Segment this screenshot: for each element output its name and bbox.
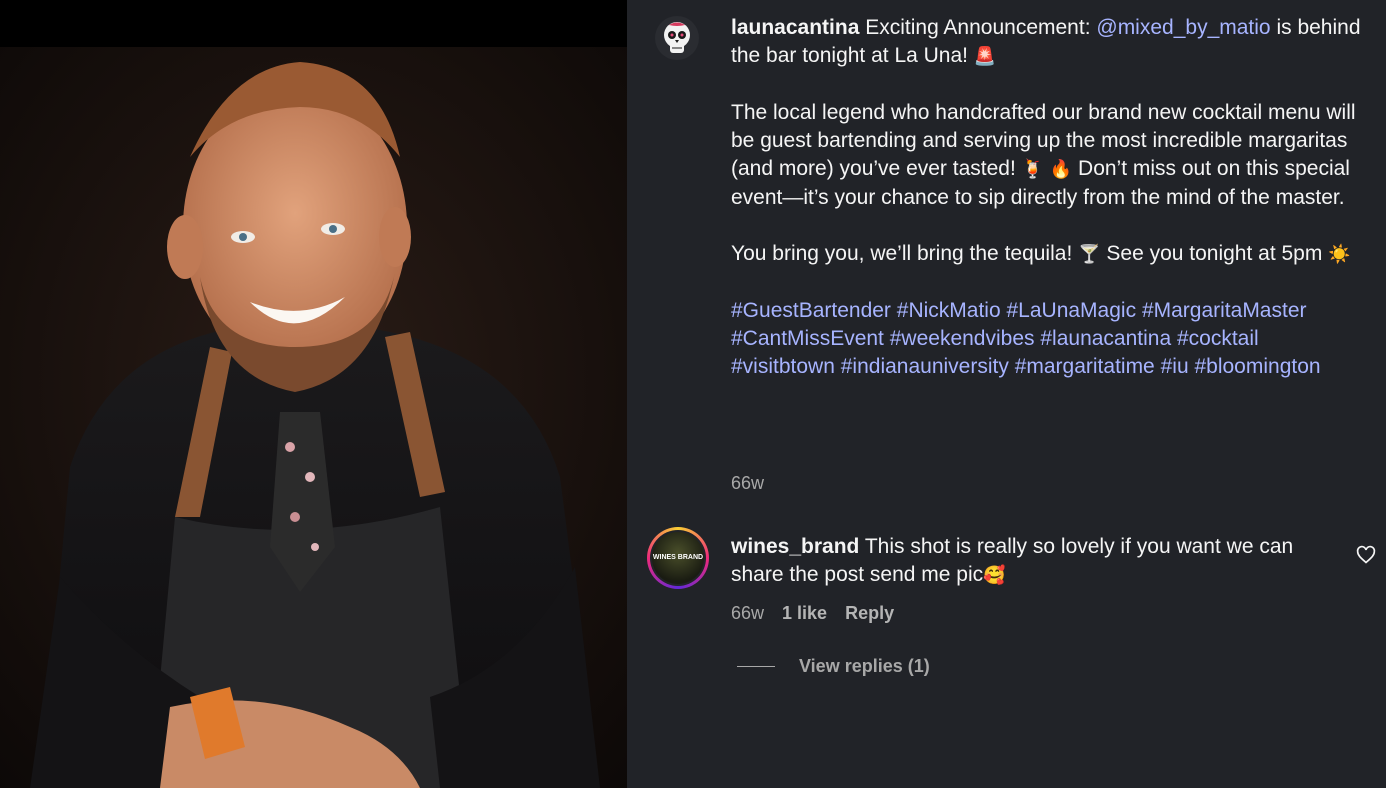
comment-timestamp[interactable]: 66w: [731, 603, 764, 624]
comments-panel: launacantina Exciting Announcement: @mix…: [627, 0, 1386, 788]
commenter-username[interactable]: wines_brand: [731, 535, 859, 558]
mention-link[interactable]: @mixed_by_matio: [1096, 16, 1270, 39]
heart-icon[interactable]: [1356, 545, 1376, 565]
hashtag-link[interactable]: #indianauniversity: [841, 355, 1009, 378]
caption-paragraph-3a: You bring you, we’ll bring the tequila!: [731, 242, 1079, 265]
post-author-username[interactable]: launacantina: [731, 16, 859, 39]
siren-emoji: 🚨: [973, 46, 997, 67]
view-replies-button[interactable]: View replies (1): [737, 656, 930, 677]
sugar-skull-icon: [664, 22, 690, 53]
cocktail-emoji: 🍸: [1078, 244, 1101, 265]
photo-top-band: [0, 0, 627, 47]
hashtag-link[interactable]: #weekendvibes: [890, 327, 1035, 350]
caption-paragraph-3b: See you tonight at 5pm: [1100, 242, 1329, 265]
hashtag-link[interactable]: #iu: [1161, 355, 1189, 378]
comment-likes[interactable]: 1 like: [782, 603, 827, 624]
drink-fire-emoji: 🍹 🔥: [1021, 159, 1073, 180]
hashtag-link[interactable]: #LaUnaMagic: [1007, 299, 1137, 322]
sun-emoji: ☀️: [1328, 244, 1351, 265]
author-avatar[interactable]: [655, 16, 699, 60]
post-timestamp[interactable]: 66w: [731, 473, 764, 494]
comment-meta: 66w 1 like Reply: [731, 603, 894, 624]
wines-brand-logo: WINES BRAND: [652, 532, 704, 584]
hashtag-list: #GuestBartender #NickMatio #LaUnaMagic #…: [731, 297, 1363, 381]
hashtag-link[interactable]: #launacantina: [1040, 327, 1171, 350]
hashtag-link[interactable]: #cocktail: [1177, 327, 1259, 350]
hashtag-link[interactable]: #visitbtown: [731, 355, 835, 378]
post-caption: launacantina Exciting Announcement: @mix…: [731, 14, 1363, 381]
view-replies-label: View replies (1): [799, 656, 930, 676]
hashtag-link[interactable]: #margaritatime: [1015, 355, 1155, 378]
hashtag-link[interactable]: #MargaritaMaster: [1142, 299, 1307, 322]
hashtag-link[interactable]: #bloomington: [1194, 355, 1320, 378]
hashtag-link[interactable]: #CantMissEvent: [731, 327, 884, 350]
caption-intro: Exciting Announcement:: [865, 16, 1097, 39]
hashtag-link[interactable]: #NickMatio: [897, 299, 1001, 322]
avatar-ring-gap: WINES BRAND: [650, 530, 706, 586]
post-photo: [0, 0, 627, 788]
comment-body: wines_brand This shot is really so lovel…: [731, 533, 1331, 590]
hashtag-link[interactable]: #GuestBartender: [731, 299, 891, 322]
reply-button[interactable]: Reply: [845, 603, 894, 624]
bartender-portrait-image: [0, 47, 627, 788]
commenter-avatar[interactable]: WINES BRAND: [647, 527, 709, 589]
divider-line: [737, 666, 775, 667]
smiling-hearts-emoji: 🥰: [983, 565, 1006, 586]
